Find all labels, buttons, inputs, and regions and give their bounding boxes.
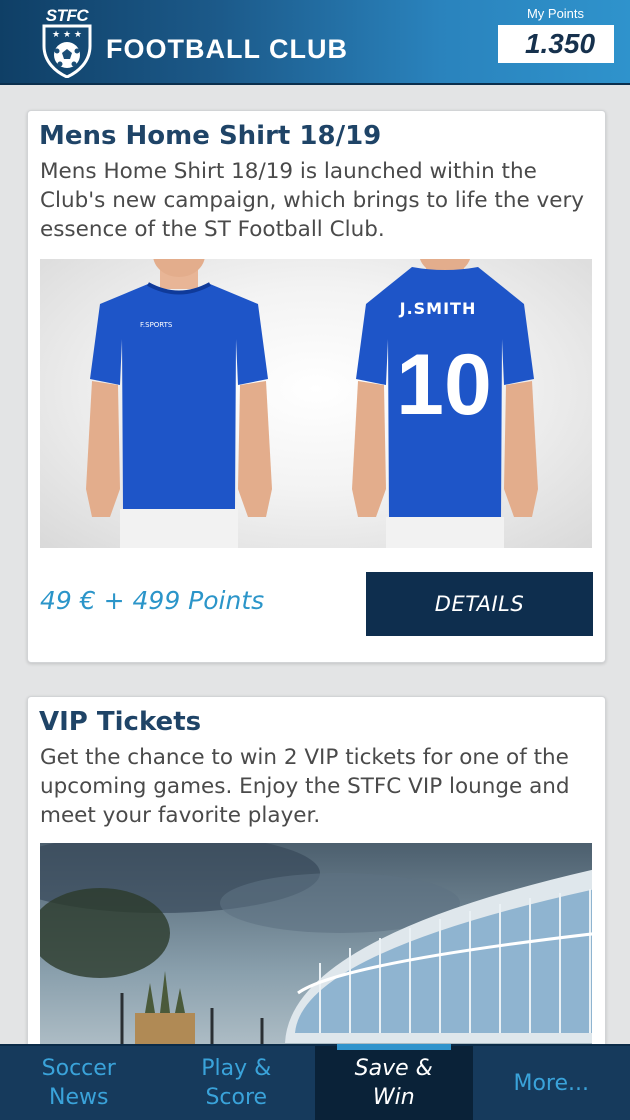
bottom-nav: Soccer News Play & Score Save & Win More… (0, 1044, 630, 1120)
card-title: Mens Home Shirt 18/19 (39, 121, 382, 151)
nav-save-win[interactable]: Save & Win (315, 1044, 473, 1120)
price-label: 49 € + 499 Points (40, 586, 265, 615)
back-name: J.SMITH (399, 299, 477, 318)
back-shirt-figure: J.SMITH 10 (352, 259, 538, 548)
points-label: My Points (526, 6, 585, 21)
nav-more[interactable]: More... (473, 1046, 630, 1120)
app-header: STFC ★ ★ ★ FOOTBALL CLUB My Points 1.350 (0, 0, 630, 85)
points-value: 1.350 (498, 25, 614, 63)
back-number: 10 (396, 337, 492, 433)
nav-play-score[interactable]: Play & Score (158, 1046, 316, 1120)
nav-soccer-news[interactable]: Soccer News (0, 1046, 158, 1120)
product-card-vip-tickets[interactable]: VIP Tickets Get the chance to win 2 VIP … (27, 696, 606, 1103)
svg-text:★ ★ ★: ★ ★ ★ (52, 30, 82, 40)
front-shirt-figure: F.SPORTS (86, 259, 272, 548)
chest-logo: F.SPORTS (140, 321, 173, 329)
card-description: Get the chance to win 2 VIP tickets for … (40, 745, 570, 828)
shield-ball-icon: ★ ★ ★ (42, 24, 92, 78)
club-logo[interactable]: STFC ★ ★ ★ (38, 6, 96, 78)
card-description: Mens Home Shirt 18/19 is launched within… (40, 159, 585, 242)
app-title: FOOTBALL CLUB (106, 34, 348, 64)
card-title: VIP Tickets (39, 707, 202, 737)
logo-text: STFC (45, 6, 89, 25)
details-button[interactable]: DETAILS (366, 572, 593, 636)
product-card-shirt[interactable]: Mens Home Shirt 18/19 Mens Home Shirt 18… (27, 110, 606, 663)
shirt-image: F.SPORTS J.SMITH 10 (40, 259, 592, 548)
